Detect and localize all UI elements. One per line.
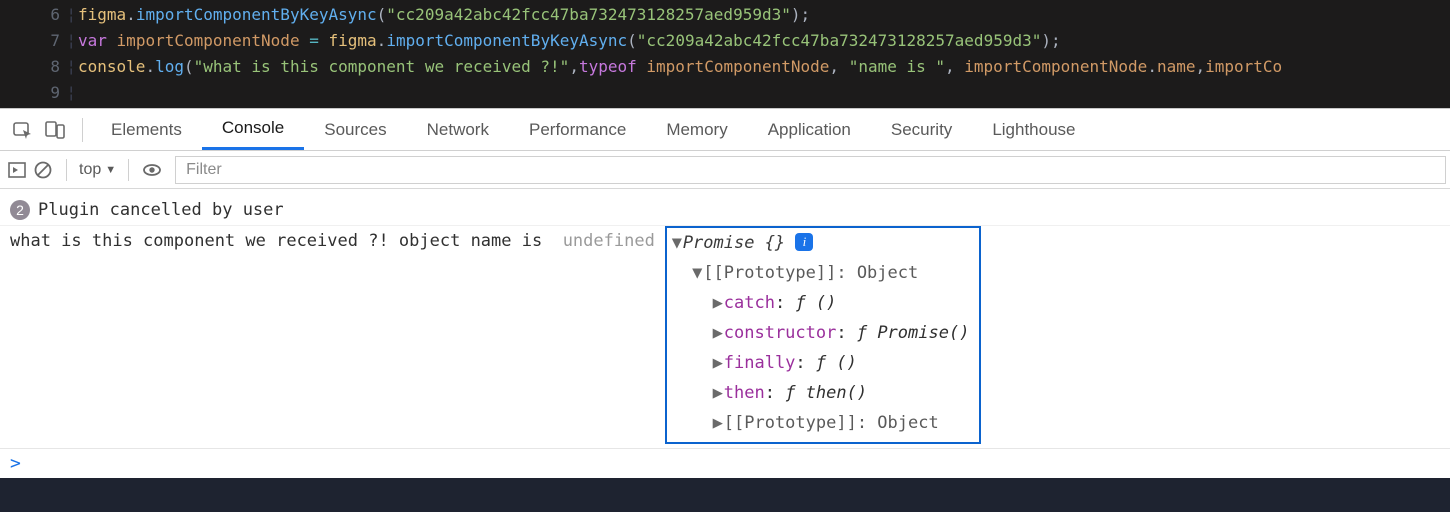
disclosure-triangle-closed[interactable]: ▶ [712, 318, 724, 348]
inspect-element-icon[interactable] [10, 117, 36, 143]
sidebar-toggle-icon[interactable] [4, 157, 30, 183]
tab-application[interactable]: Application [748, 109, 871, 150]
expanded-object[interactable]: ▼Promise {} i ▼[[Prototype]]: Object ▶ca… [665, 226, 982, 444]
disclosure-triangle-closed[interactable]: ▶ [712, 348, 724, 378]
tab-sources[interactable]: Sources [304, 109, 406, 150]
message-count-badge: 2 [10, 200, 30, 220]
code-line[interactable]: 7¦var importComponentNode = figma.import… [0, 28, 1450, 54]
object-property[interactable]: ▶constructor: ƒ Promise() [671, 318, 970, 348]
disclosure-triangle-open[interactable]: ▼ [691, 258, 703, 288]
console-toolbar: top ▼ [0, 151, 1450, 189]
undefined-value: undefined [563, 226, 655, 444]
disclosure-triangle-closed[interactable]: ▶ [712, 378, 724, 408]
log-text: what is this component we received ?! ob… [10, 226, 563, 444]
line-number: 8¦ [0, 54, 78, 80]
console-message[interactable]: 2 Plugin cancelled by user [0, 195, 1450, 226]
context-label: top [79, 161, 101, 179]
code-editor[interactable]: 6¦figma.importComponentByKeyAsync("cc209… [0, 0, 1450, 108]
devtools-tabbar: ElementsConsoleSourcesNetworkPerformance… [0, 109, 1450, 151]
console-filter-input[interactable] [175, 156, 1446, 184]
tab-security[interactable]: Security [871, 109, 972, 150]
code-line[interactable]: 9¦ [0, 80, 1450, 106]
object-property[interactable]: ▶then: ƒ then() [671, 378, 970, 408]
device-toggle-icon[interactable] [42, 117, 68, 143]
line-number: 9¦ [0, 80, 78, 106]
prompt-caret: > [10, 453, 21, 474]
tab-performance[interactable]: Performance [509, 109, 646, 150]
code-content[interactable]: figma.importComponentByKeyAsync("cc209a4… [78, 2, 810, 28]
tab-console[interactable]: Console [202, 109, 304, 150]
object-property[interactable]: ▶finally: ƒ () [671, 348, 970, 378]
devtools-panel: ElementsConsoleSourcesNetworkPerformance… [0, 108, 1450, 478]
disclosure-triangle-open[interactable]: ▼ [671, 228, 683, 258]
object-header: Promise {} [683, 233, 785, 253]
divider [66, 159, 67, 181]
code-content[interactable]: console.log("what is this component we r… [78, 54, 1282, 80]
code-line[interactable]: 6¦figma.importComponentByKeyAsync("cc209… [0, 2, 1450, 28]
divider [82, 118, 83, 142]
tab-lighthouse[interactable]: Lighthouse [972, 109, 1095, 150]
tab-memory[interactable]: Memory [646, 109, 747, 150]
code-line[interactable]: 8¦console.log("what is this component we… [0, 54, 1450, 80]
line-number: 7¦ [0, 28, 78, 54]
chevron-down-icon: ▼ [105, 164, 116, 176]
tab-elements[interactable]: Elements [91, 109, 202, 150]
console-output: 2 Plugin cancelled by user what is this … [0, 189, 1450, 448]
message-text: Plugin cancelled by user [38, 195, 284, 225]
disclosure-triangle-closed[interactable]: ▶ [712, 288, 724, 318]
info-icon[interactable]: i [795, 233, 813, 251]
line-number: 6¦ [0, 2, 78, 28]
console-prompt[interactable]: > [0, 448, 1450, 478]
divider [128, 159, 129, 181]
console-log-entry[interactable]: what is this component we received ?! ob… [0, 226, 1450, 444]
clear-console-icon[interactable] [30, 157, 56, 183]
live-expression-icon[interactable] [139, 157, 165, 183]
object-property[interactable]: ▶catch: ƒ () [671, 288, 970, 318]
disclosure-triangle-closed[interactable]: ▶ [712, 408, 724, 438]
inner-prototype-label: [[Prototype]]: Object [724, 413, 939, 433]
prototype-label: [[Prototype]]: Object [703, 263, 918, 283]
execution-context-selector[interactable]: top ▼ [77, 161, 118, 179]
tab-network[interactable]: Network [407, 109, 509, 150]
code-content[interactable]: var importComponentNode = figma.importCo… [78, 28, 1061, 54]
